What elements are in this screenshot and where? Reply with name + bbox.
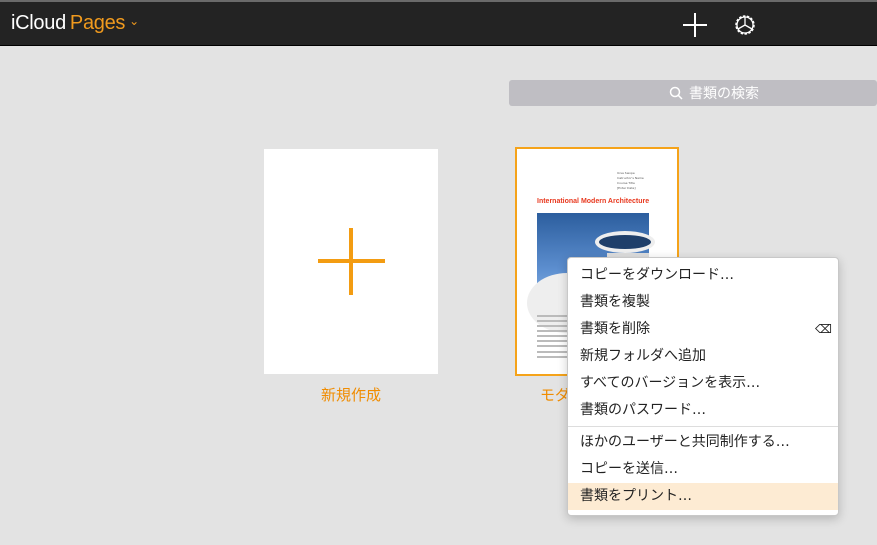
menu-item-delete[interactable]: 書類を削除 ⌫ <box>568 316 838 343</box>
plus-icon-bar <box>318 259 385 263</box>
new-document-label[interactable]: 新規作成 <box>264 384 438 405</box>
menu-item-download-copy[interactable]: コピーをダウンロード… <box>568 262 838 289</box>
menu-item-label: 書類を削除 <box>580 321 650 337</box>
search-input[interactable]: 書類の検索 <box>509 80 877 106</box>
settings-button[interactable] <box>732 12 758 38</box>
document-name[interactable]: モダ <box>540 384 570 405</box>
top-bar: iCloud Pages ⌄ <box>0 0 877 46</box>
menu-item-browse-versions[interactable]: すべてのバージョンを表示… <box>568 370 838 397</box>
menu-item-send-copy[interactable]: コピーを送信… <box>568 456 838 483</box>
chevron-down-icon: ⌄ <box>129 14 139 28</box>
context-menu: コピーをダウンロード… 書類を複製 書類を削除 ⌫ 新規フォルダへ追加 すべてのバ… <box>567 257 839 516</box>
menu-item-add-to-folder[interactable]: 新規フォルダへ追加 <box>568 343 838 370</box>
menu-item-collaborate[interactable]: ほかのユーザーと共同制作する… <box>568 429 838 456</box>
menu-item-print[interactable]: 書類をプリント… <box>568 483 838 510</box>
gear-icon <box>735 15 755 35</box>
menu-divider <box>568 426 838 427</box>
thumbnail-title: International Modern Architecture <box>537 198 650 205</box>
search-placeholder: 書類の検索 <box>689 86 759 102</box>
new-document-button[interactable] <box>683 13 707 37</box>
menu-item-password[interactable]: 書類のパスワード… <box>568 397 838 424</box>
thumbnail-meta: Ursa Swope Instructor's Name Course Title[… <box>617 171 644 190</box>
app-name: Pages <box>69 12 126 34</box>
brand-label: iCloud <box>11 12 66 34</box>
search-icon <box>669 86 683 100</box>
menu-item-duplicate[interactable]: 書類を複製 <box>568 289 838 316</box>
delete-key-icon: ⌫ <box>815 322 832 336</box>
app-switcher[interactable]: iCloud Pages ⌄ <box>11 12 139 35</box>
new-document-tile[interactable] <box>264 149 438 374</box>
